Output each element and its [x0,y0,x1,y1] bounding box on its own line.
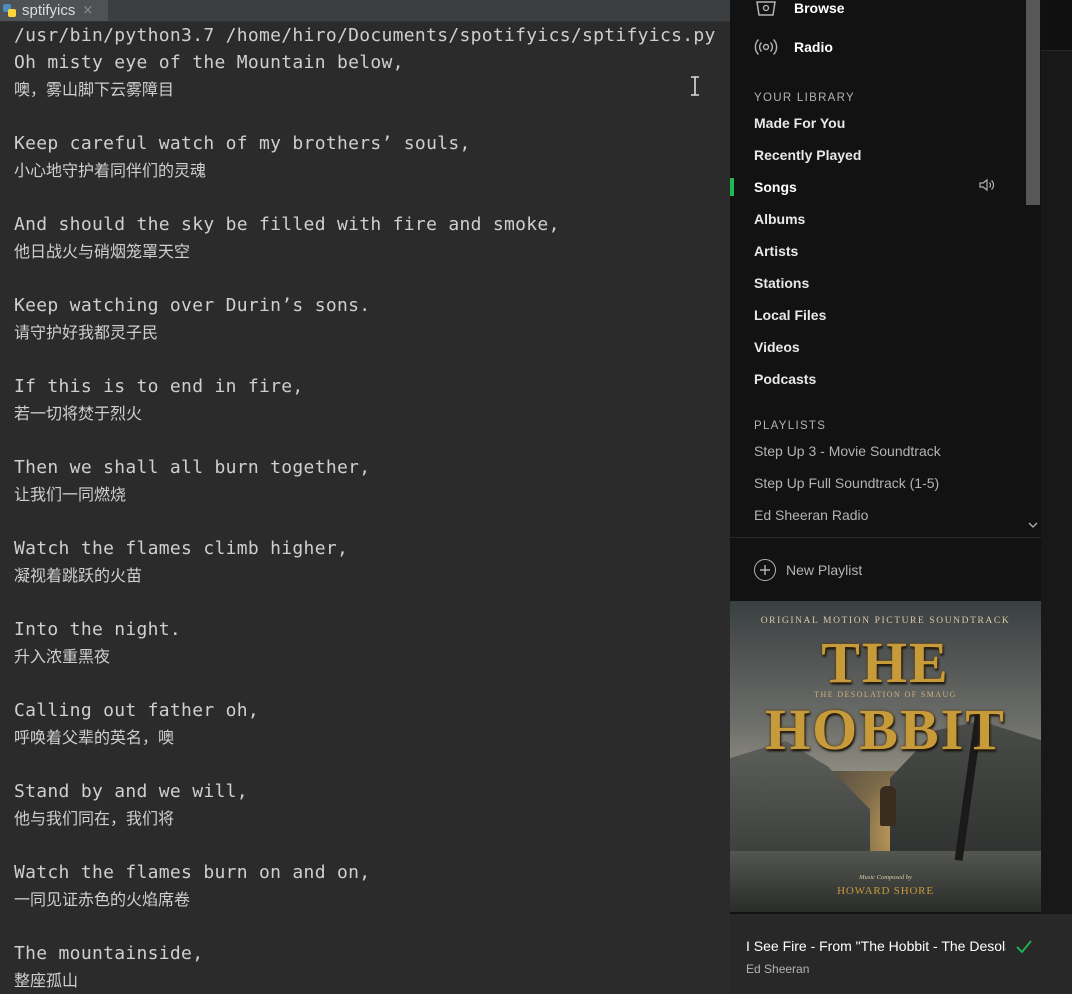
python-icon [3,3,17,18]
lyric-line-en: Watch the flames burn on and on, [14,862,371,883]
album-art-subtitle: THE DESOLATION OF SMAUG [814,690,957,699]
lyric-line-en: Keep watching over Durin’s sons. [14,295,371,316]
lyric-line-en: Keep careful watch of my brothers’ souls… [14,133,471,154]
lyric-line-en: Stand by and we will, [14,781,248,802]
saved-check-icon[interactable] [1015,938,1033,956]
playlist-item[interactable]: Ed Sheeran Radio [754,507,868,523]
main-content-edge [1041,0,1072,914]
nav-radio-label: Radio [794,39,833,55]
library-item-local-files[interactable]: Local Files [754,307,826,323]
library-item-podcasts[interactable]: Podcasts [754,371,816,387]
library-item-made-for-you[interactable]: Made For You [754,115,845,131]
new-playlist-button[interactable]: New Playlist [730,537,1041,602]
now-playing-bar: I See Fire - From "The Hobbit - The Deso… [730,914,1072,994]
lyric-line-zh: 请守护好我都灵子民 [14,323,159,342]
lyric-line-zh: 整座孤山 [14,971,79,990]
lyric-line-zh: 让我们一同燃烧 [14,485,127,504]
lyric-line-zh: 一同见证赤色的火焰席卷 [14,890,191,909]
lyric-line-en: Then we shall all burn together, [14,457,371,478]
run-tab-label: sptifyics [22,2,76,19]
library-item-videos[interactable]: Videos [754,339,800,355]
album-art-top-text: ORIGINAL MOTION PICTURE SOUNDTRACK [760,616,1011,626]
now-playing-artist[interactable]: Ed Sheeran [746,962,809,976]
active-indicator [730,178,734,196]
lyric-line-en: Oh misty eye of the Mountain below, [14,52,404,73]
album-art-composer: HOWARD SHORE [837,885,934,897]
lyric-line-en: Calling out father oh, [14,700,260,721]
lyric-line-zh: 噢，雾山脚下云雾障目 [14,80,175,99]
scroll-down-arrow-icon[interactable] [1026,520,1040,534]
sidebar-scroll-thumb[interactable] [1026,0,1040,205]
plus-icon [754,559,776,581]
playlist-item[interactable]: Step Up 3 - Movie Soundtrack [754,443,941,459]
lyric-line-zh: 他与我们同在，我们将 [14,809,175,828]
run-tab-bar: sptifyics × [0,0,730,22]
library-heading: YOUR LIBRARY [754,92,856,104]
now-playing-speaker-icon [978,177,996,193]
spotify-sidebar: Browse Radio YOUR LIBRARY Made For You R… [730,0,1041,537]
library-item-albums[interactable]: Albums [754,211,805,227]
library-item-artists[interactable]: Artists [754,243,798,259]
playlist-item[interactable]: Step Up Full Soundtrack (1-5) [754,475,939,491]
lyric-line-en: Watch the flames climb higher, [14,538,349,559]
lyric-line-en: And should the sky be filled with fire a… [14,214,560,235]
new-playlist-label: New Playlist [786,562,863,578]
album-art-composer-prefix: Music Composed by [859,874,912,881]
run-tab[interactable]: sptifyics × [0,0,108,21]
nav-browse-label: Browse [794,0,845,16]
run-command: /usr/bin/python3.7 /home/hiro/Documents/… [14,25,716,46]
radio-icon [754,35,778,59]
library-item-recently-played[interactable]: Recently Played [754,147,861,163]
ide-run-console: sptifyics × /usr/bin/python3.7 /home/hir… [0,0,730,994]
browse-icon [754,0,778,20]
lyric-line-en: If this is to end in fire, [14,376,304,397]
lyric-line-zh: 他日战火与硝烟笼罩天空 [14,242,191,261]
now-playing-title[interactable]: I See Fire - From "The Hobbit - The Deso… [746,938,1006,954]
album-art[interactable]: ORIGINAL MOTION PICTURE SOUNDTRACK THE H… [730,601,1041,912]
console-output[interactable]: /usr/bin/python3.7 /home/hiro/Documents/… [14,22,716,994]
spotify-window: Browse Radio YOUR LIBRARY Made For You R… [730,0,1072,994]
playlists-heading: PLAYLISTS [754,420,827,432]
lyric-line-en: Into the night. [14,619,182,640]
nav-radio[interactable]: Radio [754,35,833,59]
close-tab-icon[interactable]: × [82,3,93,18]
lyric-line-zh: 小心地守护着同伴们的灵魂 [14,161,207,180]
library-item-stations[interactable]: Stations [754,275,809,291]
lyric-line-zh: 凝视着跳跃的火苗 [14,566,143,585]
nav-browse[interactable]: Browse [754,0,845,20]
library-item-songs[interactable]: Songs [754,179,797,195]
lyric-line-zh: 升入浓重黑夜 [14,647,111,666]
lyric-line-en: The mountainside, [14,943,204,964]
lyric-line-zh: 呼唤着父辈的英名，噢 [14,728,175,747]
lyric-line-zh: 若一切将焚于烈火 [14,404,143,423]
text-cursor-icon [690,76,699,96]
